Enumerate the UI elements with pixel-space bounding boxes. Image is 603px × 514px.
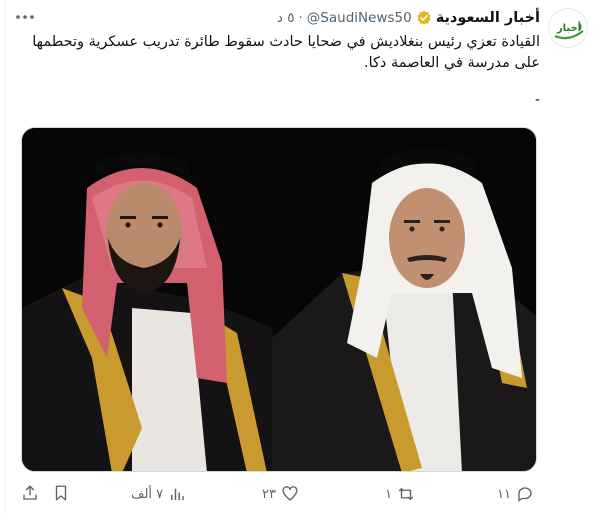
reply-button[interactable]: ١١ xyxy=(497,484,534,504)
like-button[interactable]: ٢٣ xyxy=(262,484,299,504)
views-count: ٧ ألف xyxy=(131,486,164,502)
views-button[interactable]: ٧ ألف xyxy=(131,484,186,504)
reply-count: ١١ xyxy=(497,486,511,502)
avatar-text: أخبار xyxy=(556,21,581,34)
separator-dot: · xyxy=(298,10,303,26)
more-dots-icon[interactable] xyxy=(14,10,36,24)
account-name[interactable]: أخبار السعودية xyxy=(436,10,540,26)
tweet-image[interactable] xyxy=(21,127,537,472)
avatar-logo-icon: أخبار xyxy=(554,21,584,40)
repost-button[interactable]: ١ xyxy=(385,484,415,504)
account-handle[interactable]: @SaudiNews50 xyxy=(307,10,412,26)
heart-icon xyxy=(282,486,298,501)
verified-badge-icon xyxy=(417,10,431,25)
tweet-separator: - xyxy=(535,92,541,108)
portrait-illustration xyxy=(22,128,536,471)
action-bar: ١١ ١ ٢٣ ٧ ألف xyxy=(0,480,603,508)
tweet-header: أخبار السعودية @SaudiNews50 · ٥ د xyxy=(277,8,540,28)
timeline-border xyxy=(5,0,6,514)
avatar[interactable]: أخبار xyxy=(548,8,588,48)
reply-bubble-icon xyxy=(518,487,532,502)
views-bars-icon xyxy=(171,488,184,500)
tweet-text: القيادة تعزي رئيس بنغلاديش في ضحايا حادث… xyxy=(32,34,540,71)
share-upload-icon[interactable] xyxy=(21,484,39,502)
like-count: ٢٣ xyxy=(262,486,276,502)
tweet[interactable]: أخبار أخبار السعودية @SaudiNews50 · ٥ د … xyxy=(0,0,603,514)
tweet-time[interactable]: ٥ د xyxy=(277,10,295,26)
repost-count: ١ xyxy=(385,486,392,502)
bookmark-icon[interactable] xyxy=(52,484,70,502)
repost-arrows-icon xyxy=(398,487,414,501)
